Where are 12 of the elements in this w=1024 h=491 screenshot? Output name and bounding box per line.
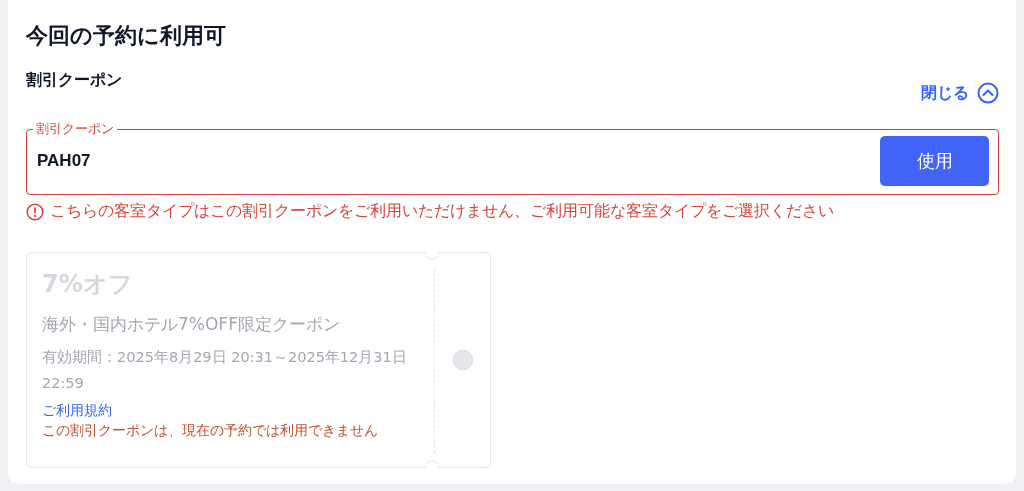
warning-icon <box>26 202 44 221</box>
coupon-name: 海外・国内ホテル7%OFF限定クーポン <box>42 313 341 336</box>
error-message: こちらの客室タイプはこの割引クーポンをご利用いただけません、ご利用可能な客室タイプをご選択ください <box>50 201 834 222</box>
collapse-link[interactable]: 閉じる <box>921 82 999 104</box>
apply-button[interactable]: 使用 <box>880 136 989 186</box>
chevron-up-icon <box>977 82 999 104</box>
coupon-code-field[interactable]: 割引クーポン PAH07 使用 <box>26 122 999 195</box>
section-title: 今回の予約に利用可 <box>26 22 227 50</box>
unavailable-notice: この割引クーポンは、現在の予約では利用できません <box>42 422 379 440</box>
validity-period: 有効期間：2025年8月29日 20:31～2025年12月31日 22:59 <box>42 348 408 393</box>
section-label: 割引クーポン <box>26 70 122 91</box>
field-label: 割引クーポン <box>35 122 115 136</box>
